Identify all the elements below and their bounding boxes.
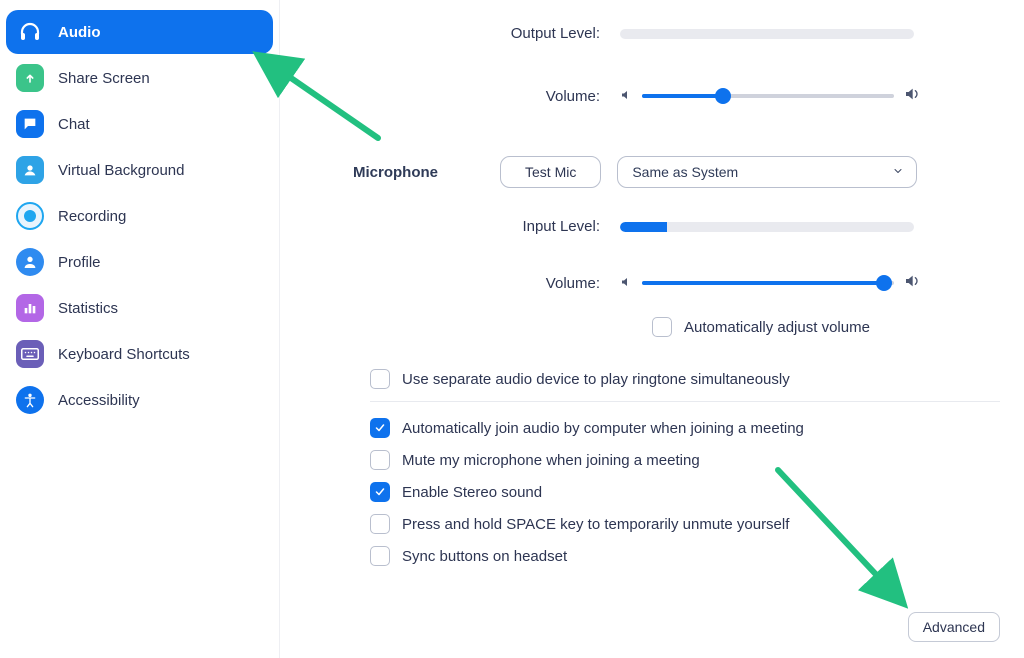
volume-low-icon (620, 88, 632, 105)
virtual-background-icon (16, 156, 44, 184)
sync-headset-label: Sync buttons on headset (402, 548, 567, 565)
auto-join-audio-checkbox[interactable] (370, 418, 390, 438)
enable-stereo-label: Enable Stereo sound (402, 484, 542, 501)
sidebar-item-virtual-background[interactable]: Virtual Background (6, 148, 273, 192)
accessibility-icon (16, 386, 44, 414)
space-unmute-checkbox[interactable] (370, 514, 390, 534)
microphone-device-select[interactable]: Same as System (617, 156, 917, 188)
sidebar-item-share-screen[interactable]: Share Screen (6, 56, 273, 100)
audio-settings-panel: Output Level: Volume: Microphon (280, 0, 1024, 658)
sidebar-item-audio[interactable]: Audio (6, 10, 273, 54)
headphones-icon (16, 18, 44, 46)
statistics-icon (16, 294, 44, 322)
advanced-button[interactable]: Advanced (908, 612, 1000, 642)
sidebar-item-label: Statistics (58, 300, 118, 317)
auto-adjust-volume-checkbox[interactable] (652, 317, 672, 337)
ringtone-device-checkbox[interactable] (370, 369, 390, 389)
sidebar-item-label: Virtual Background (58, 162, 184, 179)
sidebar-item-label: Chat (58, 116, 90, 133)
settings-sidebar: Audio Share Screen Chat (0, 0, 280, 658)
chevron-down-icon (892, 164, 904, 180)
keyboard-icon (16, 340, 44, 368)
sidebar-item-label: Audio (58, 24, 101, 41)
mute-mic-on-join-checkbox[interactable] (370, 450, 390, 470)
input-volume-slider[interactable] (642, 281, 894, 285)
sidebar-item-label: Keyboard Shortcuts (58, 346, 190, 363)
sidebar-item-label: Recording (58, 208, 126, 225)
output-volume-label: Volume: (280, 88, 620, 105)
profile-icon (16, 248, 44, 276)
input-volume-label: Volume: (280, 275, 620, 292)
test-mic-button[interactable]: Test Mic (500, 156, 601, 188)
auto-adjust-volume-label: Automatically adjust volume (684, 319, 870, 336)
enable-stereo-checkbox[interactable] (370, 482, 390, 502)
input-level-label: Input Level: (280, 218, 620, 235)
volume-low-icon (620, 275, 632, 292)
sidebar-item-chat[interactable]: Chat (6, 102, 273, 146)
sidebar-item-label: Profile (58, 254, 101, 271)
sync-headset-checkbox[interactable] (370, 546, 390, 566)
space-unmute-label: Press and hold SPACE key to temporarily … (402, 516, 789, 533)
sidebar-item-statistics[interactable]: Statistics (6, 286, 273, 330)
microphone-section-label: Microphone (280, 164, 458, 181)
sidebar-item-profile[interactable]: Profile (6, 240, 273, 284)
mute-mic-on-join-label: Mute my microphone when joining a meetin… (402, 452, 700, 469)
share-screen-icon (16, 64, 44, 92)
sidebar-item-label: Share Screen (58, 70, 150, 87)
output-level-meter (620, 29, 914, 39)
volume-high-icon (904, 86, 920, 106)
recording-icon (16, 202, 44, 230)
chat-icon (16, 110, 44, 138)
output-volume-slider[interactable] (642, 94, 894, 98)
divider (370, 401, 1000, 402)
auto-join-audio-label: Automatically join audio by computer whe… (402, 420, 804, 437)
volume-high-icon (904, 273, 920, 293)
sidebar-item-recording[interactable]: Recording (6, 194, 273, 238)
output-level-label: Output Level: (280, 25, 620, 42)
sidebar-item-keyboard-shortcuts[interactable]: Keyboard Shortcuts (6, 332, 273, 376)
sidebar-item-label: Accessibility (58, 392, 140, 409)
microphone-device-selected: Same as System (632, 164, 738, 180)
input-level-meter (620, 222, 914, 232)
ringtone-device-label: Use separate audio device to play ringto… (402, 371, 790, 388)
sidebar-item-accessibility[interactable]: Accessibility (6, 378, 273, 422)
